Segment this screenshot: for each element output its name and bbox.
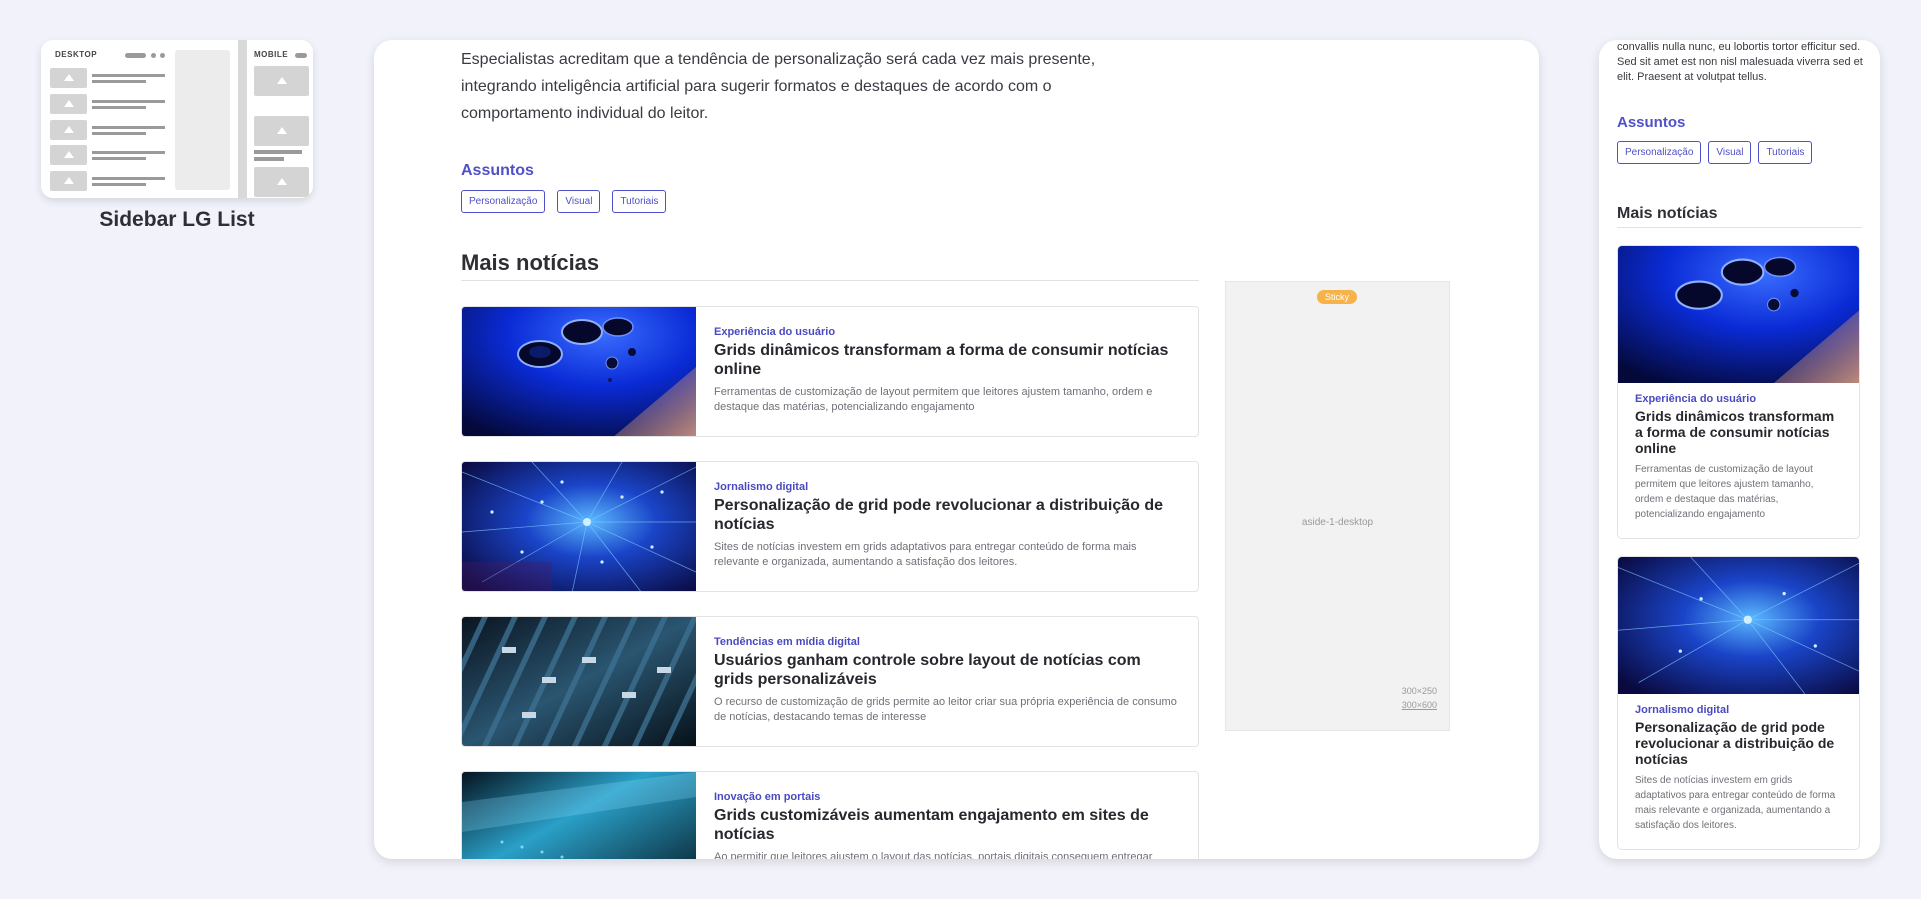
news-kicker: Tendências em mídia digital <box>714 636 860 648</box>
sticky-badge: Sticky <box>1317 290 1358 304</box>
aside-label: aside-1-desktop <box>1301 517 1374 528</box>
news-image <box>1618 246 1859 383</box>
thumbnail-dot <box>160 53 165 58</box>
tag-visual[interactable]: Visual <box>557 190 601 213</box>
ad-size-300x250: 300×250 <box>1401 686 1437 696</box>
news-headline: Personalização de grid pode revolucionar… <box>1635 719 1835 767</box>
thumbnail-desktop-label: DESKTOP <box>55 50 98 59</box>
news-kicker: Jornalismo digital <box>714 481 809 493</box>
mobile-subjects-title: Assuntos <box>1617 114 1686 131</box>
news-card[interactable]: Tendências em mídia digital Usuários gan… <box>461 616 1199 747</box>
thumbnail-mobile-label: MOBILE <box>254 50 289 59</box>
news-summary: Ferramentas de customização de layout pe… <box>714 386 1153 413</box>
desktop-preview: Especialistas acreditam que a tendência … <box>374 40 1539 859</box>
tag-tutoriais[interactable]: Tutoriais <box>612 190 667 213</box>
more-news-divider <box>461 280 1199 281</box>
thumbnail-row <box>50 120 167 140</box>
thumbnail-row <box>50 171 167 191</box>
mobile-intro-paragraph: convallis nulla nunc, eu lobortis tortor… <box>1617 41 1863 83</box>
news-card[interactable]: Experiência do usuário Grids dinâmicos t… <box>461 306 1199 437</box>
thumbnail-pill <box>295 53 307 58</box>
mobile-news-card[interactable]: Jornalismo digital Personalização de gri… <box>1617 556 1860 850</box>
news-kicker: Experiência do usuário <box>1635 393 1757 405</box>
thumbnail-row <box>50 68 167 88</box>
news-summary: Ao permitir que leitores ajustem o layou… <box>714 851 1153 859</box>
thumbnail-pill <box>125 53 146 58</box>
layout-thumbnail[interactable]: DESKTOP MOBILE <box>41 40 313 198</box>
ad-size-300x600[interactable]: 300×600 <box>1402 700 1437 710</box>
mobile-more-news-title: Mais notícias <box>1617 205 1718 222</box>
mobile-subject-tags: Personalização Visual Tutoriais <box>1617 141 1813 164</box>
news-image <box>1618 557 1859 694</box>
tag-personalizacao[interactable]: Personalização <box>461 190 546 213</box>
thumbnail-mobile-card <box>254 66 309 96</box>
mobile-tag-personalizacao[interactable]: Personalização <box>1617 141 1702 164</box>
thumbnail-title: Sidebar LG List <box>99 208 255 231</box>
more-news-title: Mais notícias <box>461 250 600 275</box>
thumbnail-dot <box>151 53 156 58</box>
news-kicker: Jornalismo digital <box>1635 704 1730 716</box>
news-headline: Grids dinâmicos transformam a forma de c… <box>1635 408 1835 456</box>
news-headline: Grids customizáveis aumentam engajamento… <box>714 807 1149 843</box>
news-summary: O recurso de customização de grids permi… <box>714 696 1177 723</box>
news-headline: Usuários ganham controle sobre layout de… <box>714 652 1141 688</box>
mobile-tag-tutoriais[interactable]: Tutoriais <box>1758 141 1813 164</box>
news-summary: Sites de notícias investem em grids adap… <box>1635 775 1836 831</box>
news-image <box>462 772 696 859</box>
news-kicker: Inovação em portais <box>714 791 821 803</box>
news-headline: Personalização de grid pode revolucionar… <box>714 497 1164 533</box>
article-intro-paragraph: Especialistas acreditam que a tendência … <box>461 51 1096 122</box>
news-image <box>462 462 696 591</box>
news-image <box>462 307 696 436</box>
mobile-tag-visual[interactable]: Visual <box>1708 141 1752 164</box>
subject-tags: Personalização Visual Tutoriais <box>461 190 667 213</box>
thumbnail-row <box>50 145 167 165</box>
thumbnail-mobile-card <box>254 151 309 197</box>
news-card[interactable]: Inovação em portais Grids customizáveis … <box>461 771 1199 859</box>
news-image <box>462 617 696 746</box>
thumbnail-row <box>50 94 167 114</box>
news-summary: Ferramentas de customização de layout pe… <box>1635 464 1814 520</box>
subjects-title: Assuntos <box>461 162 534 179</box>
news-summary: Sites de notícias investem em grids adap… <box>714 541 1137 568</box>
mobile-news-card[interactable]: Experiência do usuário Grids dinâmicos t… <box>1617 245 1860 539</box>
mobile-more-news-divider <box>1617 227 1862 228</box>
news-kicker: Experiência do usuário <box>714 326 836 338</box>
mobile-preview: convallis nulla nunc, eu lobortis tortor… <box>1599 40 1880 859</box>
thumbnail-sidebar <box>175 50 230 190</box>
thumbnail-separator <box>238 40 247 198</box>
news-card[interactable]: Jornalismo digital Personalização de gri… <box>461 461 1199 592</box>
aside-ad-slot: Sticky aside-1-desktop 300×250 300×600 <box>1225 281 1450 731</box>
news-headline: Grids dinâmicos transformam a forma de c… <box>714 342 1169 378</box>
